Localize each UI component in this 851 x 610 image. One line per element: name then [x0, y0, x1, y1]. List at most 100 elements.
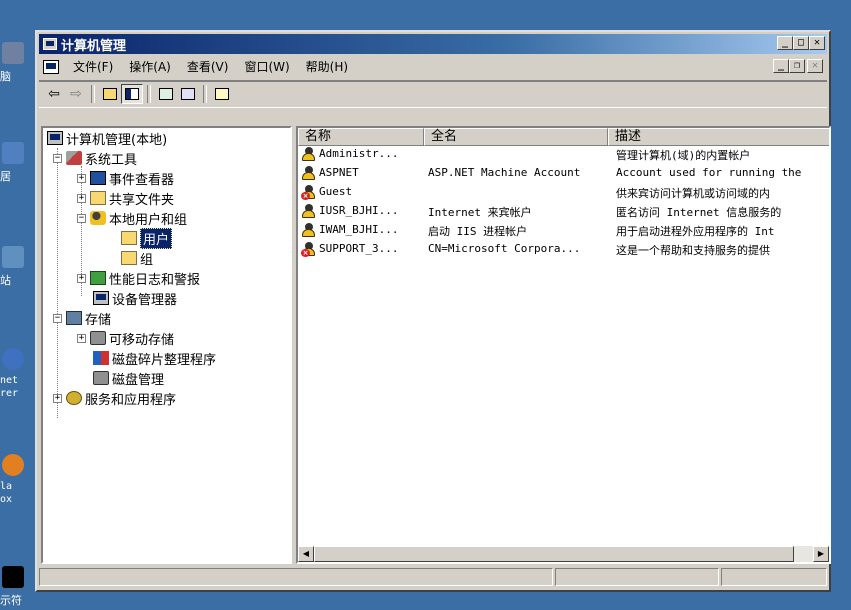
collapse-toggle[interactable]: − — [77, 213, 86, 223]
window-title: 计算机管理 — [61, 38, 127, 54]
table-row[interactable]: IUSR_BJHI... Internet 来宾帐户 匿名访问 Internet 信… — [298, 203, 829, 221]
show-hide-tree-icon — [125, 88, 139, 100]
recycle-bin-icon — [2, 246, 24, 268]
refresh-icon — [159, 88, 173, 100]
menu-view[interactable]: 查看(V) — [179, 58, 237, 76]
cell-fullname: CN=Microsoft Corpora... — [428, 242, 581, 255]
disabled-user-icon: × — [301, 185, 317, 200]
cell-name: IWAM_BJHI... — [319, 223, 399, 236]
child-minimize-button[interactable]: _ — [773, 59, 789, 73]
export-list-button[interactable] — [177, 84, 199, 104]
refresh-button[interactable] — [155, 84, 177, 104]
expand-toggle[interactable]: + — [77, 193, 86, 203]
menu-bar: 文件(F) 操作(A) 查看(V) 窗口(W) 帮助(H) _ ❐ ✕ — [39, 56, 827, 78]
removable-storage-icon — [90, 331, 106, 345]
user-icon — [301, 223, 317, 238]
toolbar-separator — [91, 85, 95, 103]
tree-item-system-tools[interactable]: − 系统工具 — [53, 148, 137, 168]
cell-description: 这是一个帮助和支持服务的提供 — [616, 244, 770, 257]
minimize-button[interactable]: _ — [777, 36, 793, 50]
desktop-icon-my-computer[interactable]: 脑 — [0, 42, 30, 84]
expand-toggle[interactable]: + — [77, 273, 86, 283]
back-button[interactable]: ⇦ — [43, 84, 65, 104]
tree-item-local-users-groups[interactable]: − 本地用户和组 — [77, 208, 187, 228]
expand-toggle[interactable]: + — [77, 333, 86, 343]
tree-item-disk-management[interactable]: 磁盘管理 — [93, 368, 164, 388]
desktop-icon-network[interactable]: 居 — [0, 142, 30, 184]
status-panel — [39, 568, 553, 586]
window-controls: _ □ ✕ — [777, 36, 825, 50]
toolbar: ⇦ ⇨ — [39, 80, 827, 108]
scroll-thumb[interactable] — [314, 546, 794, 562]
close-button[interactable]: ✕ — [809, 36, 825, 50]
export-list-icon — [181, 88, 195, 100]
menu-help[interactable]: 帮助(H) — [298, 58, 356, 76]
menu-window[interactable]: 窗口(W) — [236, 58, 297, 76]
menu-file[interactable]: 文件(F) — [65, 58, 121, 76]
tree-item-groups[interactable]: 组 — [121, 248, 153, 268]
network-icon — [2, 142, 24, 164]
user-icon — [301, 204, 317, 219]
tree-item-services-apps[interactable]: + 服务和应用程序 — [53, 388, 176, 408]
cell-description: 用于启动进程外应用程序的 Int — [616, 225, 775, 238]
status-panel — [555, 568, 719, 586]
tree-item-device-manager[interactable]: 设备管理器 — [93, 288, 177, 308]
defrag-icon — [93, 351, 109, 365]
expand-toggle[interactable]: + — [53, 393, 62, 403]
status-bar — [39, 568, 827, 588]
tree-item-storage[interactable]: − 存储 — [53, 308, 111, 328]
table-row[interactable]: Administr... 管理计算机(域)的内置帐户 — [298, 146, 829, 164]
desktop-icon-recycle-bin[interactable]: 站 — [0, 246, 30, 288]
collapse-toggle[interactable]: − — [53, 313, 62, 323]
menu-action[interactable]: 操作(A) — [121, 58, 179, 76]
show-hide-tree-button[interactable] — [121, 84, 143, 104]
forward-button[interactable]: ⇨ — [65, 84, 87, 104]
user-icon — [301, 166, 317, 181]
desktop-icon-internet-explorer[interactable]: net rer — [0, 348, 30, 400]
console-icon[interactable] — [43, 60, 59, 74]
help-button[interactable] — [211, 84, 233, 104]
title-bar[interactable]: 计算机管理 _ □ ✕ — [39, 34, 827, 54]
my-computer-icon — [2, 42, 24, 64]
up-button[interactable] — [99, 84, 121, 104]
cell-name: SUPPORT_3... — [319, 242, 399, 255]
scroll-left-button[interactable]: ◀ — [298, 546, 314, 562]
tree-item-defrag[interactable]: 磁盘碎片整理程序 — [93, 348, 216, 368]
maximize-button[interactable]: □ — [793, 36, 809, 50]
column-header-description[interactable]: 描述 — [608, 128, 829, 146]
user-icon — [301, 147, 317, 162]
column-header-name[interactable]: 名称 — [298, 128, 424, 146]
table-row[interactable]: ASPNET ASP.NET Machine Account Account use… — [298, 165, 829, 183]
up-folder-icon — [103, 88, 117, 100]
tree-item-shared-folders[interactable]: + 共享文件夹 — [77, 188, 174, 208]
cell-description: 匿名访问 Internet 信息服务的 — [616, 206, 782, 219]
details-pane: 名称 全名 描述 Administr... 管理计算机(域)的内置帐户 ASPNET… — [296, 126, 831, 564]
device-manager-icon — [93, 291, 109, 305]
cell-fullname: Internet 来宾帐户 — [428, 206, 532, 219]
tree-item-perf-logs[interactable]: + 性能日志和警报 — [77, 268, 200, 288]
child-window-controls: _ ❐ ✕ — [773, 59, 823, 73]
tree-item-event-viewer[interactable]: + 事件查看器 — [77, 168, 174, 188]
computer-management-icon — [43, 38, 57, 50]
tree-item-root[interactable]: 计算机管理(本地) — [47, 128, 167, 148]
table-row[interactable]: × Guest 供来宾访问计算机或访问域的内 — [298, 184, 829, 202]
tree-item-removable-storage[interactable]: + 可移动存储 — [77, 328, 174, 348]
table-row[interactable]: IWAM_BJHI... 启动 IIS 进程帐户 用于启动进程外应用程序的 Int — [298, 222, 829, 240]
console-tree: 计算机管理(本地) − 系统工具 + 事件查看器 + 共享文件夹 − 本地用户和… — [41, 126, 292, 564]
column-header-fullname[interactable]: 全名 — [424, 128, 608, 146]
cell-name: Guest — [319, 185, 353, 198]
desktop-icon-firefox[interactable]: la ox — [0, 454, 30, 506]
disabled-user-icon: × — [301, 242, 317, 257]
tools-icon — [66, 151, 82, 165]
scroll-right-button[interactable]: ▶ — [813, 546, 829, 562]
table-row[interactable]: × SUPPORT_3... CN=Microsoft Corpora... 这是一个… — [298, 241, 829, 259]
horizontal-scrollbar[interactable]: ◀ ▶ — [298, 546, 829, 562]
collapse-toggle[interactable]: − — [53, 153, 62, 163]
tree-item-users[interactable]: 用户 — [121, 227, 173, 249]
child-close-button[interactable]: ✕ — [807, 59, 823, 73]
internet-explorer-icon — [2, 348, 24, 370]
child-restore-button[interactable]: ❐ — [789, 59, 805, 73]
expand-toggle[interactable]: + — [77, 173, 86, 183]
cell-description: Account used for running the — [616, 166, 802, 179]
desktop-icon-command-prompt[interactable]: 示符 — [0, 566, 30, 608]
